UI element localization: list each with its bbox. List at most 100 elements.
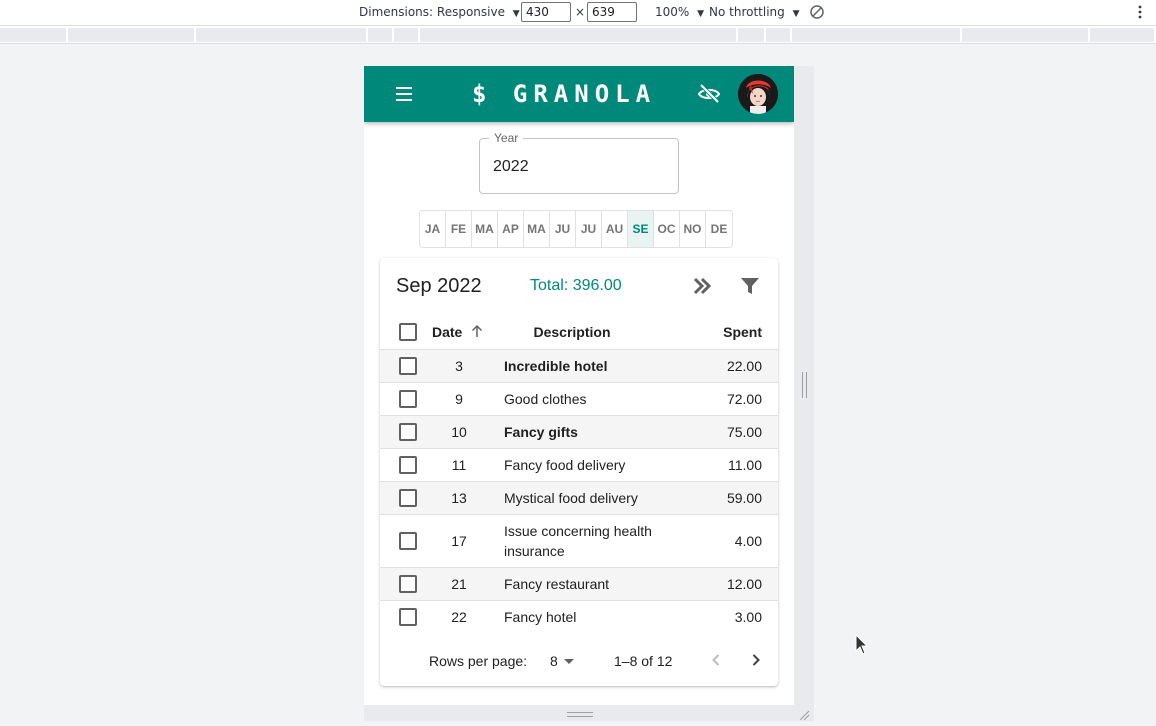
row-checkbox[interactable] <box>399 575 417 593</box>
double-chevron-right-icon[interactable] <box>690 274 714 298</box>
row-description: Fancy restaurant <box>504 576 610 592</box>
month-toggle-may[interactable]: MA <box>524 211 550 247</box>
row-checkbox[interactable] <box>399 608 417 626</box>
hamburger-icon[interactable] <box>390 82 418 106</box>
throttling-dropdown[interactable]: No throttling ▼ <box>709 0 800 25</box>
table-row[interactable]: 9 Good clothes 72.00 <box>380 383 778 416</box>
month-toggle-jun[interactable]: JU <box>550 211 576 247</box>
row-date: 22 <box>451 609 467 625</box>
row-spent: 3.00 <box>734 609 762 625</box>
row-spent: 72.00 <box>726 391 762 407</box>
resize-handle-right[interactable] <box>802 372 807 398</box>
dimensions-dropdown[interactable]: Dimensions: Responsive ▼ <box>359 0 520 25</box>
row-checkbox[interactable] <box>399 357 417 375</box>
dropdown-caret-icon: ▼ <box>512 9 520 19</box>
rows-per-page-select[interactable]: 8 <box>550 652 558 670</box>
ruler-segment[interactable] <box>792 28 962 42</box>
ruler-segment[interactable] <box>738 28 766 42</box>
row-spent: 12.00 <box>726 576 762 592</box>
dropdown-caret-icon: ▼ <box>697 9 705 19</box>
month-toggle-nov[interactable]: NO <box>680 211 706 247</box>
table-row[interactable]: 22 Fancy hotel 3.00 <box>380 601 778 634</box>
ruler-segment[interactable] <box>420 28 738 42</box>
rotate-icon[interactable] <box>809 4 825 20</box>
row-date: 13 <box>451 490 467 506</box>
devtools-toolbar: Dimensions: Responsive ▼ 430 × 639 100% … <box>0 0 1156 26</box>
row-description: Fancy food delivery <box>504 457 626 473</box>
ruler-segment[interactable] <box>68 28 196 42</box>
year-field-label: Year <box>489 131 524 145</box>
user-avatar[interactable] <box>738 74 778 114</box>
row-description: Fancy hotel <box>504 609 577 625</box>
app-title: $ GRANOLA <box>472 80 657 108</box>
eye-off-icon[interactable] <box>697 82 721 106</box>
arrow-up-icon <box>470 324 484 342</box>
row-checkbox[interactable] <box>399 532 417 550</box>
ruler-segment[interactable] <box>368 28 394 42</box>
row-checkbox[interactable] <box>399 456 417 474</box>
resize-handle-corner[interactable] <box>798 708 810 721</box>
row-date: 10 <box>451 424 467 440</box>
row-description: Incredible hotel <box>504 358 608 374</box>
row-spent: 75.00 <box>726 424 762 440</box>
row-date: 21 <box>451 576 467 592</box>
next-page-icon[interactable] <box>746 650 766 670</box>
rows-per-page-label: Rows per page: <box>429 653 528 669</box>
month-toggle-aug[interactable]: AU <box>602 211 628 247</box>
table-row[interactable]: 10 Fancy gifts 75.00 <box>380 416 778 449</box>
ruler-segment[interactable] <box>766 28 792 42</box>
pagination-range: 1–8 of 12 <box>614 653 673 669</box>
row-date: 9 <box>455 391 463 407</box>
month-toggle-jan[interactable]: JA <box>420 211 446 247</box>
month-toggle-mar[interactable]: MA <box>472 211 498 247</box>
month-toggle-oct[interactable]: OC <box>654 211 680 247</box>
dropdown-caret-icon: ▼ <box>792 9 800 19</box>
row-checkbox[interactable] <box>399 489 417 507</box>
height-input[interactable]: 639 <box>587 2 637 22</box>
year-field-value[interactable]: 2022 <box>493 157 529 177</box>
month-toggle-feb[interactable]: FE <box>446 211 472 247</box>
table-row[interactable]: 3 Incredible hotel 22.00 <box>380 350 778 383</box>
row-checkbox[interactable] <box>399 390 417 408</box>
table-row[interactable]: 21 Fancy restaurant 12.00 <box>380 568 778 601</box>
filter-icon[interactable] <box>738 274 762 298</box>
ruler-segment[interactable] <box>394 28 420 42</box>
kebab-icon[interactable] <box>1136 4 1144 20</box>
row-checkbox[interactable] <box>399 423 417 441</box>
row-description: Fancy gifts <box>504 424 578 440</box>
ruler-segment[interactable] <box>196 28 368 42</box>
ruler-segment[interactable] <box>962 28 1090 42</box>
row-date: 11 <box>451 457 467 473</box>
month-toggle-jul[interactable]: JU <box>576 211 602 247</box>
date-header-label: Date <box>432 324 463 340</box>
row-spent: 22.00 <box>726 358 762 374</box>
width-input[interactable]: 430 <box>521 2 571 22</box>
row-description: Issue concerning health insurance <box>504 523 652 559</box>
zoom-label: 100% <box>655 5 690 19</box>
row-description: Good clothes <box>504 391 587 407</box>
table-row[interactable]: 13 Mystical food delivery 59.00 <box>380 482 778 515</box>
month-toggle-dec[interactable]: DE <box>706 211 732 247</box>
dropdown-caret-icon[interactable] <box>564 659 574 664</box>
throttling-label: No throttling <box>709 5 785 19</box>
previous-page-icon[interactable] <box>706 650 726 670</box>
media-query-ruler[interactable] <box>0 26 1156 44</box>
select-all-checkbox[interactable] <box>399 323 417 341</box>
zoom-dropdown[interactable]: 100% ▼ <box>655 0 704 25</box>
ruler-segment[interactable] <box>1090 28 1156 42</box>
card-title: Sep 2022 <box>396 275 482 297</box>
month-toggle-apr[interactable]: AP <box>498 211 524 247</box>
ruler-segment[interactable] <box>0 28 68 42</box>
year-field[interactable]: Year 2022 <box>479 131 679 194</box>
description-column-header[interactable]: Description <box>504 323 640 341</box>
table-pagination: Rows per page: 8 1–8 of 12 <box>380 640 778 680</box>
spent-column-header[interactable]: Spent <box>680 323 762 341</box>
row-date: 17 <box>451 533 467 549</box>
date-column-header[interactable]: Date <box>432 323 484 342</box>
row-description: Mystical food delivery <box>504 490 638 506</box>
resize-handle-bottom[interactable] <box>567 712 593 717</box>
table-row[interactable]: 11 Fancy food delivery 11.00 <box>380 449 778 482</box>
month-toggle-sep[interactable]: SE <box>628 211 654 247</box>
row-date: 3 <box>455 358 463 374</box>
table-row[interactable]: 17 Issue concerning health insurance 4.0… <box>380 515 778 568</box>
